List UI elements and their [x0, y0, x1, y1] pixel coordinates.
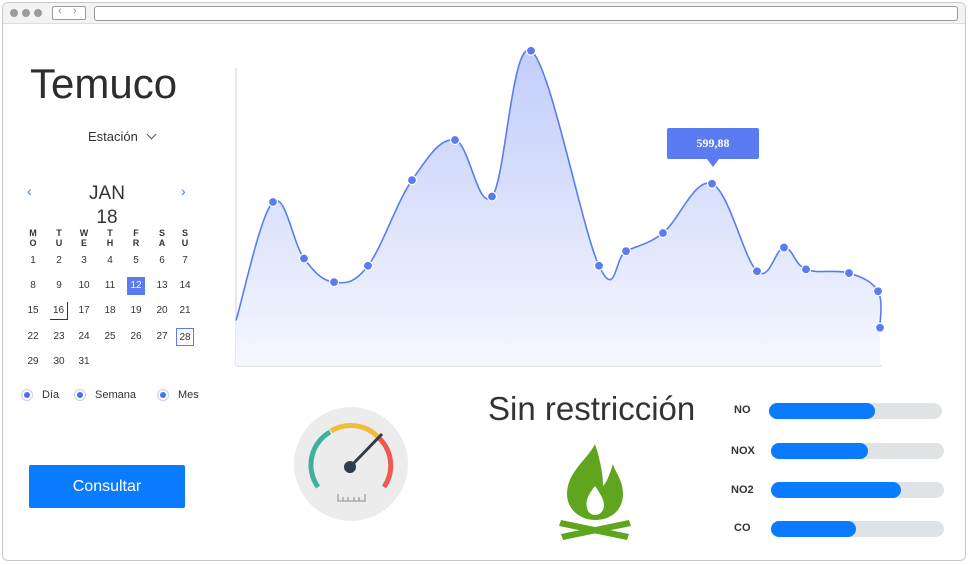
speedometer-gauge-icon: [294, 407, 408, 521]
history-nav[interactable]: ‹ ›: [52, 5, 86, 20]
chart-data-point[interactable]: [872, 286, 884, 297]
pollutant-label: CO: [734, 522, 751, 534]
pollutant-level-fill: [771, 482, 901, 498]
calendar-day[interactable]: 26: [127, 328, 145, 346]
weekday-header: WE: [79, 228, 89, 248]
calendar-day[interactable]: 21: [176, 302, 194, 320]
chart-data-point[interactable]: [406, 175, 418, 186]
chart-data-point[interactable]: [593, 260, 605, 271]
calendar-day[interactable]: 15: [24, 302, 42, 320]
calendar-day[interactable]: 25: [101, 328, 119, 346]
period-radio-label: Mes: [178, 389, 199, 401]
chart-data-point[interactable]: [362, 260, 374, 271]
calendar-day[interactable]: 7: [176, 252, 194, 270]
calendar-day[interactable]: 11: [101, 277, 119, 295]
campfire-icon: [559, 444, 631, 540]
chart-data-point[interactable]: [800, 264, 812, 275]
weekday-header: FR: [132, 228, 140, 248]
weekday-header: TH: [106, 228, 114, 248]
pollutant-level-fill: [771, 521, 856, 537]
calendar-day[interactable]: 8: [24, 277, 42, 295]
city-title: Temuco: [30, 60, 178, 107]
weekday-header: SA: [158, 228, 166, 248]
chart-data-point[interactable]: [449, 134, 461, 146]
calendar-day[interactable]: 23: [50, 328, 68, 346]
pollutant-label: NOX: [731, 445, 755, 457]
address-bar[interactable]: [94, 6, 958, 21]
window-dot-2[interactable]: [22, 9, 30, 17]
calendar-day[interactable]: 6: [153, 252, 171, 270]
calendar-day[interactable]: 1: [24, 252, 42, 270]
radio-circle-icon[interactable]: [157, 389, 169, 401]
calendar-day[interactable]: 19: [127, 302, 145, 320]
calendar-day[interactable]: 30: [50, 353, 68, 371]
calendar-day[interactable]: 28: [176, 328, 194, 346]
calendar-day[interactable]: 20: [153, 302, 171, 320]
pollutant-level-bar: [771, 521, 944, 537]
chart-data-point[interactable]: [267, 196, 279, 208]
weekday-header: TU: [55, 228, 63, 248]
calendar-day[interactable]: 31: [75, 353, 93, 371]
period-radio-label: Día: [42, 389, 60, 401]
back-arrow-icon[interactable]: ‹: [58, 5, 62, 17]
calendar-day[interactable]: 10: [75, 277, 93, 295]
chart-data-point[interactable]: [486, 191, 498, 202]
weekday-header: SU: [181, 228, 189, 248]
calendar-year: 18: [96, 207, 118, 228]
pollutant-label: NO2: [731, 484, 754, 496]
calendar-day[interactable]: 12: [127, 277, 145, 295]
chart-data-point[interactable]: [525, 45, 537, 56]
calendar-day[interactable]: 16: [50, 302, 68, 320]
chart-data-point[interactable]: [620, 246, 632, 257]
chart-data-point[interactable]: [298, 253, 310, 264]
chart-data-point[interactable]: [874, 322, 886, 333]
window-dot-1[interactable]: [10, 9, 18, 17]
chart-data-point[interactable]: [328, 277, 340, 288]
chart-data-point[interactable]: [751, 266, 763, 277]
pollutant-level-bar: [771, 482, 944, 498]
chart-data-point[interactable]: [778, 242, 790, 253]
pollution-area-chart: [235, 45, 886, 367]
forward-arrow-icon[interactable]: ›: [73, 5, 77, 17]
window-dot-3[interactable]: [34, 9, 42, 17]
consult-button[interactable]: Consultar: [29, 465, 185, 508]
calendar-day[interactable]: 24: [75, 328, 93, 346]
calendar-day[interactable]: 3: [75, 252, 93, 270]
radio-circle-icon[interactable]: [21, 389, 33, 401]
calendar-day[interactable]: 22: [24, 328, 42, 346]
restriction-status: Sin restricción: [488, 390, 696, 427]
period-radio-label: Semana: [95, 389, 136, 401]
chart-data-point[interactable]: [843, 267, 855, 279]
calendar-next-icon[interactable]: ›: [181, 183, 186, 199]
calendar-day[interactable]: 2: [50, 252, 68, 270]
pollutant-level-fill: [769, 403, 875, 419]
weekday-header: MO: [29, 228, 37, 248]
chart-area-fill: [236, 49, 882, 366]
calendar-day[interactable]: 17: [75, 302, 93, 320]
calendar-day[interactable]: 9: [50, 277, 68, 295]
station-dropdown[interactable]: Estación: [88, 129, 157, 144]
chart-tooltip: 599,88: [667, 128, 759, 167]
calendar-prev-icon[interactable]: ‹: [27, 183, 32, 199]
calendar-day[interactable]: 14: [176, 277, 194, 295]
pollutant-level-bar: [769, 403, 942, 419]
calendar-day[interactable]: 5: [127, 252, 145, 270]
calendar-day[interactable]: 29: [24, 353, 42, 371]
pollutant-level-fill: [771, 443, 868, 459]
radio-circle-icon[interactable]: [74, 389, 86, 401]
calendar-day[interactable]: 18: [101, 302, 119, 320]
chart-data-point[interactable]: [706, 178, 718, 189]
window-titlebar: ‹ ›: [3, 3, 965, 24]
calendar-day[interactable]: 27: [153, 328, 171, 346]
pollutant-label: NO: [734, 404, 751, 416]
station-label: Estación: [88, 129, 138, 144]
pollutant-level-bar: [771, 443, 944, 459]
calendar-day[interactable]: 13: [153, 277, 171, 295]
calendar-day[interactable]: 4: [101, 252, 119, 270]
chart-data-point[interactable]: [657, 227, 669, 239]
calendar-month: JAN: [89, 183, 125, 204]
